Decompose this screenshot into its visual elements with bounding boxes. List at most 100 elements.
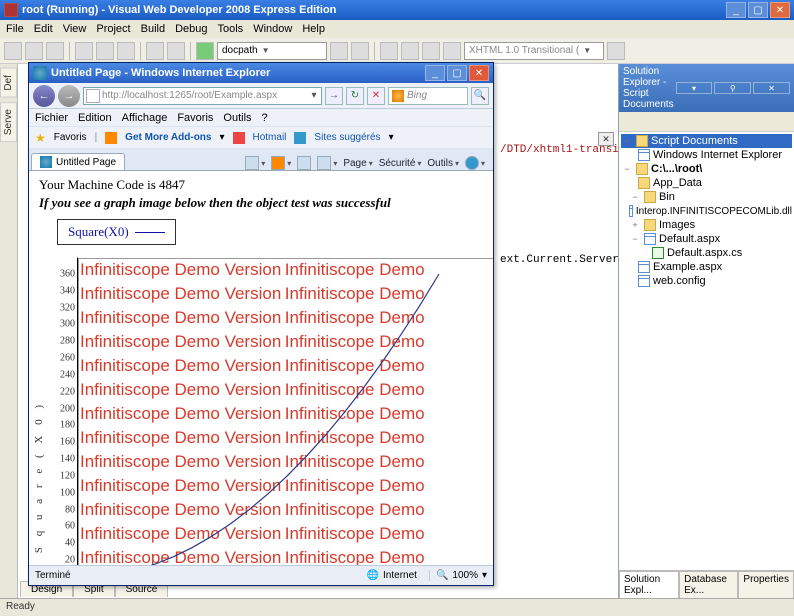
ie-minimize-button[interactable]: _	[425, 65, 445, 81]
tree-node-interop[interactable]: Interop.INFINITISCOPECOMLib.dll	[621, 204, 792, 218]
dropdown-icon[interactable]: ▾	[307, 90, 321, 101]
tb-btn-icon[interactable]	[351, 42, 369, 60]
sln-tree[interactable]: − Script Documents Windows Internet Expl…	[619, 132, 794, 570]
address-bar[interactable]: ▾	[83, 87, 322, 105]
tb-config-combo[interactable]: docpath▼	[217, 42, 327, 60]
dll-icon	[629, 205, 633, 217]
pin-icon[interactable]: ▾	[676, 82, 713, 94]
tb-new-icon[interactable]	[4, 42, 22, 60]
tb-btn-icon[interactable]	[401, 42, 419, 60]
print-button[interactable]: ▾	[317, 156, 337, 170]
zoom-control[interactable]: 🔍 100% ▾	[429, 570, 487, 581]
tb-redo-icon[interactable]	[167, 42, 185, 60]
expand-icon[interactable]: +	[629, 220, 641, 230]
ide-close-button[interactable]: ✕	[770, 2, 790, 18]
tab-properties[interactable]: Properties	[738, 571, 794, 598]
left-tab-serve[interactable]: Serve	[0, 102, 17, 142]
tree-node-appdata[interactable]: App_Data	[621, 176, 792, 190]
menu-file[interactable]: File	[6, 23, 24, 35]
menu-project[interactable]: Project	[96, 23, 130, 35]
tb-btn-icon[interactable]	[607, 42, 625, 60]
menu-edit[interactable]: Edit	[34, 23, 53, 35]
feeds-button[interactable]: ▾	[271, 156, 291, 170]
tb-cut-icon[interactable]	[75, 42, 93, 60]
tree-node-images[interactable]: + Images	[621, 218, 792, 232]
collapse-icon[interactable]: −	[629, 234, 641, 244]
search-box[interactable]: Bing	[388, 87, 468, 105]
tb-undo-icon[interactable]	[146, 42, 164, 60]
fav-addons-link[interactable]: Get More Add-ons	[125, 132, 211, 143]
tree-node-default-cs[interactable]: Default.aspx.cs	[621, 246, 792, 260]
menu-help[interactable]: Help	[302, 23, 325, 35]
collapse-icon[interactable]: −	[629, 192, 641, 202]
ide-maximize-button[interactable]: ▢	[748, 2, 768, 18]
go-button[interactable]: →	[325, 87, 343, 105]
menu-debug[interactable]: Debug	[175, 23, 207, 35]
node-label: Interop.INFINITISCOPECOMLib.dll	[636, 206, 792, 217]
fav-hotmail-link[interactable]: Hotmail	[253, 132, 287, 143]
stop-icon[interactable]: ✕	[367, 87, 385, 105]
ie-titlebar[interactable]: Untitled Page - Windows Internet Explore…	[29, 63, 493, 83]
favorites-label[interactable]: Favoris	[54, 132, 87, 143]
menu-window[interactable]: Window	[253, 23, 292, 35]
tree-node-root[interactable]: − C:\...\root\	[621, 162, 792, 176]
ie-menu-edit[interactable]: Edition	[78, 112, 112, 124]
forward-button[interactable]: →	[58, 85, 80, 107]
tb-save-icon[interactable]	[46, 42, 64, 60]
hotmail-icon	[233, 132, 245, 144]
tree-node-scriptdocs[interactable]: − Script Documents	[621, 134, 792, 148]
print-icon	[317, 156, 331, 170]
tab-database-explorer[interactable]: Database Ex...	[679, 571, 738, 598]
tree-node-default-aspx[interactable]: − Default.aspx	[621, 232, 792, 246]
menu-tools[interactable]: Tools	[218, 23, 244, 35]
ie-maximize-button[interactable]: ▢	[447, 65, 467, 81]
ie-menu-file[interactable]: Fichier	[35, 112, 68, 124]
back-button[interactable]: ←	[33, 85, 55, 107]
mail-button[interactable]	[297, 156, 311, 170]
ie-menu-favorites[interactable]: Favoris	[177, 112, 213, 124]
tb-paste-icon[interactable]	[117, 42, 135, 60]
ie-title: Untitled Page - Windows Internet Explore…	[51, 67, 423, 79]
tools-menu[interactable]: Outils▾	[427, 158, 459, 169]
help-button[interactable]: ▾	[465, 156, 485, 170]
tb-btn-icon[interactable]	[443, 42, 461, 60]
collapse-icon[interactable]: −	[621, 136, 633, 146]
security-menu[interactable]: Sécurité▾	[379, 158, 422, 169]
tb-doctype-combo[interactable]: XHTML 1.0 Transitional (▼	[464, 42, 604, 60]
menu-view[interactable]: View	[63, 23, 87, 35]
ie-menu-help[interactable]: ?	[262, 112, 268, 124]
tb-copy-icon[interactable]	[96, 42, 114, 60]
browser-tab[interactable]: Untitled Page	[31, 153, 125, 170]
tree-node-ie[interactable]: Windows Internet Explorer	[621, 148, 792, 162]
zoom-value: 100%	[452, 570, 478, 581]
refresh-icon[interactable]: ↻	[346, 87, 364, 105]
ide-minimize-button[interactable]: _	[726, 2, 746, 18]
home-button[interactable]: ▾	[245, 156, 265, 170]
panel-close-icon[interactable]: ✕	[753, 82, 790, 94]
tb-btn-icon[interactable]	[380, 42, 398, 60]
tb-open-icon[interactable]	[25, 42, 43, 60]
search-go-icon[interactable]: 🔍	[471, 87, 489, 105]
autohide-icon[interactable]: ⚲	[714, 82, 751, 94]
menu-build[interactable]: Build	[141, 23, 165, 35]
tab-solution-explorer[interactable]: Solution Expl...	[619, 571, 679, 598]
url-input[interactable]	[102, 90, 307, 101]
tree-node-webconfig[interactable]: web.config	[621, 274, 792, 288]
panel-close-icon[interactable]: ✕	[598, 132, 614, 146]
favorites-icon[interactable]: ★	[35, 131, 46, 145]
tb-btn-icon[interactable]	[330, 42, 348, 60]
ie-menu-view[interactable]: Affichage	[122, 112, 168, 124]
page-menu[interactable]: Page▾	[343, 158, 372, 169]
ie-close-button[interactable]: ✕	[469, 65, 489, 81]
ide-toolbar: docpath▼ XHTML 1.0 Transitional (▼	[0, 38, 794, 64]
collapse-icon[interactable]: −	[621, 164, 633, 174]
tree-node-example-aspx[interactable]: Example.aspx	[621, 260, 792, 274]
ie-menu-tools[interactable]: Outils	[223, 112, 251, 124]
fav-sites-link[interactable]: Sites suggérés	[314, 132, 380, 143]
tree-node-bin[interactable]: − Bin	[621, 190, 792, 204]
left-tab-def[interactable]: Def	[0, 68, 17, 98]
ie-tabstrip: Untitled Page ▾ ▾ ▾ Page▾ Sécurité▾ Outi…	[29, 149, 493, 171]
tb-btn-icon[interactable]	[422, 42, 440, 60]
ide-title: root (Running) - Visual Web Developer 20…	[22, 4, 724, 16]
tb-run-icon[interactable]	[196, 42, 214, 60]
